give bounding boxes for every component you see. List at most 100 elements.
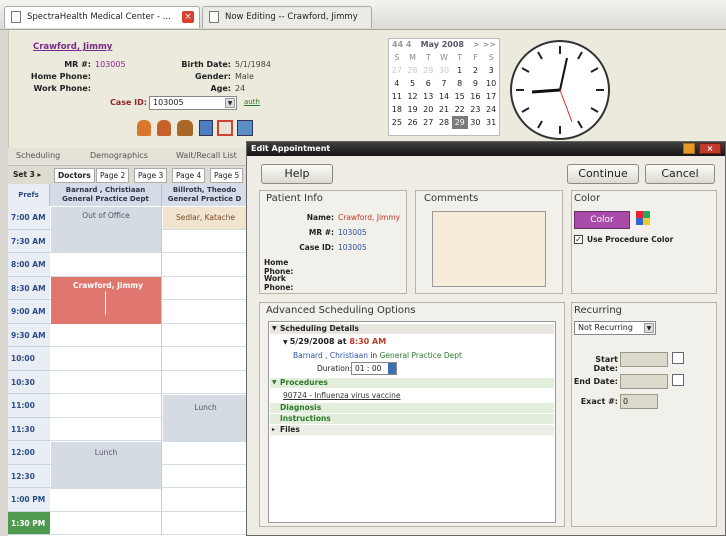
tab-page-2[interactable]: Page 2 — [96, 168, 130, 183]
instructions-header[interactable]: Instructions — [270, 414, 554, 424]
time-slot[interactable] — [162, 464, 248, 488]
calendar-day[interactable]: 13 — [420, 90, 436, 103]
calendar-day[interactable]: 11 — [389, 90, 405, 103]
calendar-day[interactable]: 5 — [405, 77, 421, 90]
calendar-day[interactable]: 16 — [468, 90, 484, 103]
appointment-block-crawford[interactable]: Crawford, Jimmy — [51, 277, 161, 324]
time-slot[interactable] — [162, 323, 248, 347]
auth-link[interactable]: auth — [244, 98, 260, 106]
help-icon[interactable] — [683, 143, 695, 154]
lunch-block[interactable]: Lunch — [51, 442, 161, 489]
calendar-day[interactable]: 24 — [483, 103, 499, 116]
time-slot[interactable] — [162, 511, 248, 535]
set-selector[interactable]: Set 3 ▸ — [10, 168, 45, 183]
calendar-day[interactable]: 1 — [452, 64, 468, 77]
person-add-icon[interactable] — [157, 120, 171, 136]
time-slot[interactable] — [162, 488, 248, 512]
tab-demographics[interactable]: Demographics — [90, 151, 148, 160]
department-link[interactable]: General Practice Dept — [380, 351, 462, 360]
browser-tab-editing[interactable]: Now Editing -- Crawford, Jimmy — [202, 6, 372, 28]
calendar-day[interactable]: 18 — [389, 103, 405, 116]
lunch-block[interactable]: Lunch — [163, 395, 248, 442]
calendar-day[interactable]: 30 — [436, 64, 452, 77]
time-slot[interactable] — [50, 323, 162, 347]
calendar-day[interactable]: 15 — [452, 90, 468, 103]
tab-page-5[interactable]: Page 5 — [210, 168, 244, 183]
calendar-day[interactable]: 17 — [483, 90, 499, 103]
time-slot[interactable] — [50, 253, 162, 277]
files-header[interactable]: ▸ Files — [270, 425, 554, 435]
patient-name-link[interactable]: Crawford, Jimmy — [33, 42, 112, 52]
calendar-icon[interactable] — [217, 120, 233, 136]
calendar-day[interactable]: 28 — [436, 116, 452, 129]
time-slot[interactable] — [50, 417, 162, 441]
close-tab-icon[interactable]: × — [182, 11, 194, 23]
calendar-day[interactable]: 12 — [405, 90, 421, 103]
calendar-day[interactable]: 29 — [420, 64, 436, 77]
calendar-day[interactable]: 14 — [436, 90, 452, 103]
calendar-day[interactable]: 10 — [483, 77, 499, 90]
appointment-block[interactable]: Sedlar, Katache — [163, 207, 248, 229]
tab-wait-recall[interactable]: Wait/Recall List — [176, 151, 237, 160]
time-slot[interactable] — [162, 253, 248, 277]
calendar-day[interactable]: 25 — [389, 116, 405, 129]
time-slot[interactable] — [162, 229, 248, 253]
calendar-day[interactable]: 28 — [405, 64, 421, 77]
end-date-field[interactable] — [620, 374, 668, 389]
calendar-day[interactable]: 23 — [468, 103, 484, 116]
calendar-day[interactable]: 3 — [483, 64, 499, 77]
calendar-day[interactable]: 27 — [420, 116, 436, 129]
time-slot[interactable] — [162, 370, 248, 394]
tab-page-3[interactable]: Page 3 — [134, 168, 168, 183]
start-date-field[interactable] — [620, 352, 668, 367]
comments-textarea[interactable] — [432, 211, 546, 287]
color-palette-icon[interactable] — [636, 211, 650, 225]
time-slot[interactable] — [162, 300, 248, 324]
spinner-icon[interactable] — [388, 363, 396, 374]
prev-month-button[interactable]: 44 4 — [389, 39, 411, 51]
calendar-day[interactable]: 31 — [483, 116, 499, 129]
documents-icon[interactable] — [237, 120, 253, 136]
tab-doctors[interactable]: Doctors — [54, 168, 95, 183]
next-month-button[interactable]: > >> — [473, 39, 499, 51]
calendar-day[interactable]: 26 — [405, 116, 421, 129]
scheduling-details-header[interactable]: ▼ Scheduling Details — [270, 324, 554, 334]
person-icon[interactable] — [137, 120, 151, 136]
resize-handle[interactable] — [105, 291, 106, 315]
calendar-day[interactable]: 27 — [389, 64, 405, 77]
continue-button[interactable]: Continue — [567, 164, 639, 184]
time-slot[interactable] — [162, 276, 248, 300]
calendar-day[interactable]: 7 — [436, 77, 452, 90]
use-procedure-color-checkbox[interactable]: ✓ — [574, 235, 583, 244]
time-slot[interactable] — [50, 370, 162, 394]
browser-tab-main[interactable]: SpectraHealth Medical Center - ... × — [4, 6, 200, 28]
tab-page-4[interactable]: Page 4 — [172, 168, 206, 183]
time-slot[interactable] — [50, 394, 162, 418]
calendar-day[interactable]: 19 — [405, 103, 421, 116]
diagnosis-header[interactable]: Diagnosis — [270, 403, 554, 413]
provider-link[interactable]: Barnard , Christiaan — [293, 351, 368, 360]
prefs-button[interactable]: Prefs — [8, 184, 50, 206]
time-slot[interactable] — [50, 488, 162, 512]
time-slot[interactable] — [50, 347, 162, 371]
exact-field[interactable]: 0 — [620, 394, 658, 409]
color-button[interactable]: Color — [574, 211, 630, 229]
time-slot[interactable] — [50, 511, 162, 535]
calendar-day[interactable]: 4 — [389, 77, 405, 90]
chevron-down-icon[interactable]: ▼ — [225, 98, 235, 108]
calendar-day[interactable]: 6 — [420, 77, 436, 90]
case-id-select[interactable]: 103005 ▼ — [149, 96, 237, 110]
calendar-day[interactable]: 21 — [436, 103, 452, 116]
help-button[interactable]: Help — [261, 164, 333, 184]
calendar-day[interactable]: 20 — [420, 103, 436, 116]
procedures-header[interactable]: ▼ Procedures — [270, 378, 554, 388]
procedure-link[interactable]: 90724 - Influenza virus vaccine — [283, 391, 400, 400]
document-edit-icon[interactable] — [199, 120, 213, 136]
calendar-day[interactable]: 8 — [452, 77, 468, 90]
cancel-button[interactable]: Cancel — [645, 164, 715, 184]
calendar-day[interactable]: 22 — [452, 103, 468, 116]
calendar-day[interactable]: 30 — [468, 116, 484, 129]
time-slot[interactable] — [162, 347, 248, 371]
time-slot[interactable] — [162, 441, 248, 465]
chevron-down-icon[interactable]: ▼ — [644, 323, 654, 333]
